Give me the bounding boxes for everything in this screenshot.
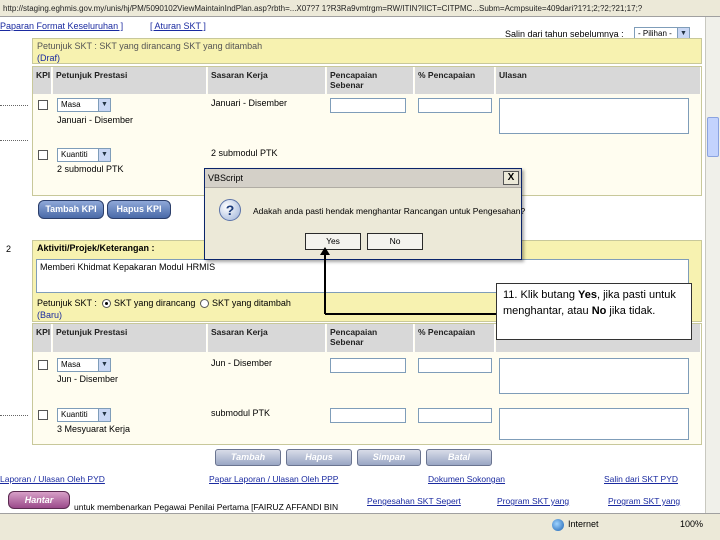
callout-no: No bbox=[591, 305, 607, 317]
pointer-line bbox=[325, 313, 496, 315]
radio-dirancang-label: SKT yang dirancang bbox=[114, 298, 196, 308]
radio-ditambah-label: SKT yang ditambah bbox=[212, 298, 291, 308]
kpi-checkbox[interactable] bbox=[38, 360, 48, 370]
petunjuk-text: 3 Mesyuarat Kerja bbox=[57, 424, 131, 434]
globe-icon bbox=[552, 519, 564, 531]
col-peratus: % Pencapaian bbox=[415, 67, 495, 94]
kpi-checkbox[interactable] bbox=[38, 150, 48, 160]
petunjuk-select[interactable]: Masa ▼ bbox=[57, 358, 111, 372]
hapus-kpi-button[interactable]: Hapus KPI bbox=[107, 200, 171, 219]
chevron-down-icon: ▼ bbox=[98, 99, 110, 111]
pencapaian-input[interactable] bbox=[330, 358, 406, 373]
peratus-input[interactable] bbox=[418, 98, 492, 113]
callout-prefix: 11. Klik butang bbox=[503, 289, 579, 301]
radio-dirancang[interactable] bbox=[102, 299, 111, 308]
no-button[interactable]: No bbox=[367, 233, 423, 250]
tambah-button[interactable]: Tambah bbox=[215, 449, 281, 466]
petunjuk-text: 2 submodul PTK bbox=[57, 164, 124, 174]
chevron-down-icon: ▼ bbox=[98, 149, 110, 161]
vertical-scrollbar[interactable] bbox=[705, 17, 720, 513]
peratus-input[interactable] bbox=[418, 408, 492, 423]
vbscript-dialog: VBScript X ? Adakah anda pasti hendak me… bbox=[204, 168, 526, 260]
tambah-kpi-button[interactable]: Tambah KPI bbox=[38, 200, 104, 219]
callout-yes: Yes bbox=[578, 289, 597, 301]
kpi-checkbox[interactable] bbox=[38, 410, 48, 420]
petunjuk-faded: Petunjuk SKT : SKT yang dirancang SKT ya… bbox=[37, 41, 263, 51]
simpan-button[interactable]: Simpan bbox=[357, 449, 421, 466]
sasaran-text: 2 submodul PTK bbox=[211, 148, 278, 158]
hantar-description: untuk membenarkan Pegawai Penilai Pertam… bbox=[74, 502, 339, 512]
petunjuk-select[interactable]: Masa ▼ bbox=[57, 98, 111, 112]
select-value: Kuantiti bbox=[61, 150, 88, 159]
dialog-message: Adakah anda pasti hendak menghantar Ranc… bbox=[253, 206, 526, 216]
status-bar: Internet 100% bbox=[0, 513, 720, 540]
program-link-2[interactable]: Program SKT yang bbox=[608, 496, 680, 506]
col-ulasan: Ulasan bbox=[496, 67, 701, 94]
ulasan-textarea[interactable] bbox=[499, 408, 689, 440]
col-sasaran: Sasaran Kerja bbox=[208, 67, 326, 94]
pencapaian-input[interactable] bbox=[330, 408, 406, 423]
zone-label: Internet bbox=[568, 519, 599, 529]
peratus-input[interactable] bbox=[418, 358, 492, 373]
aturan-skt-link[interactable]: [ Aturan SKT ] bbox=[150, 21, 206, 31]
chevron-down-icon: ▼ bbox=[98, 359, 110, 371]
salin-pyd-link[interactable]: Salin dari SKT PYD bbox=[604, 474, 678, 484]
chevron-down-icon: ▼ bbox=[98, 409, 110, 421]
pilihan-value: - Pilihan - bbox=[638, 29, 672, 38]
yes-button[interactable]: Yes bbox=[305, 233, 361, 250]
select-value: Kuantiti bbox=[61, 410, 88, 419]
status-baru: (Baru) bbox=[37, 310, 63, 320]
dokumen-link[interactable]: Dokumen Sokongan bbox=[428, 474, 505, 484]
dialog-title: VBScript bbox=[205, 169, 521, 188]
sasaran-text: Januari - Disember bbox=[211, 98, 288, 108]
col-kpi: KPI bbox=[33, 324, 52, 352]
instruction-callout: 11. Klik butang Yes, jika pasti untuk me… bbox=[496, 283, 692, 340]
sasaran-text: submodul PTK bbox=[211, 408, 271, 418]
petunjuk-text: Januari - Disember bbox=[57, 115, 134, 125]
row-number: 2 bbox=[6, 244, 12, 254]
col-pencapaian: Pencapaian Sebenar bbox=[327, 324, 414, 352]
laporan-ppp-link[interactable]: Papar Laporan / Ulasan Oleh PPP bbox=[209, 474, 338, 484]
petunjuk-skt-label: Petunjuk SKT : bbox=[37, 298, 97, 308]
question-icon: ? bbox=[219, 199, 241, 221]
pointer-line bbox=[324, 252, 326, 314]
format-keseluruhan-link[interactable]: Paparan Format Keseluruhan ] bbox=[0, 21, 123, 31]
draf-label: (Draf) bbox=[37, 53, 60, 63]
program-link-1[interactable]: Program SKT yang bbox=[497, 496, 569, 506]
batal-button[interactable]: Batal bbox=[426, 449, 492, 466]
col-sasaran: Sasaran Kerja bbox=[208, 324, 326, 352]
laporan-pyd-link[interactable]: Laporan / Ulasan Oleh PYD bbox=[0, 474, 105, 484]
pencapaian-input[interactable] bbox=[330, 98, 406, 113]
address-bar[interactable]: http://staging.eghmis.gov.my/unis/hj/PM/… bbox=[0, 0, 720, 17]
upper-section-header: Petunjuk SKT : SKT yang dirancang SKT ya… bbox=[32, 38, 702, 64]
zoom-label[interactable]: 100% bbox=[680, 519, 703, 529]
col-peratus: % Pencapaian bbox=[415, 324, 495, 352]
aktiviti-label: Aktiviti/Projek/Keterangan : bbox=[37, 243, 155, 253]
callout-suffix: jika tidak. bbox=[606, 305, 656, 317]
kpi-checkbox[interactable] bbox=[38, 100, 48, 110]
hapus-button[interactable]: Hapus bbox=[286, 449, 352, 466]
divider bbox=[0, 105, 28, 106]
select-value: Masa bbox=[61, 100, 81, 109]
ulasan-textarea[interactable] bbox=[499, 358, 689, 394]
col-petunjuk: Petunjuk Prestasi bbox=[53, 324, 207, 352]
divider bbox=[0, 415, 28, 416]
hantar-button[interactable]: Hantar bbox=[8, 491, 70, 509]
petunjuk-select[interactable]: Kuantiti ▼ bbox=[57, 148, 111, 162]
close-icon[interactable]: X bbox=[503, 171, 519, 185]
select-value: Masa bbox=[61, 360, 81, 369]
divider bbox=[0, 140, 28, 141]
ulasan-textarea[interactable] bbox=[499, 98, 689, 134]
scroll-thumb[interactable] bbox=[707, 117, 719, 157]
petunjuk-select[interactable]: Kuantiti ▼ bbox=[57, 408, 111, 422]
sasaran-text: Jun - Disember bbox=[211, 358, 273, 368]
radio-ditambah[interactable] bbox=[200, 299, 209, 308]
col-pencapaian: Pencapaian Sebenar bbox=[327, 67, 414, 94]
pengesahan-link[interactable]: Pengesahan SKT Sepert bbox=[367, 496, 461, 506]
col-kpi: KPI bbox=[33, 67, 52, 94]
col-petunjuk: Petunjuk Prestasi bbox=[53, 67, 207, 94]
petunjuk-text: Jun - Disember bbox=[57, 374, 119, 384]
